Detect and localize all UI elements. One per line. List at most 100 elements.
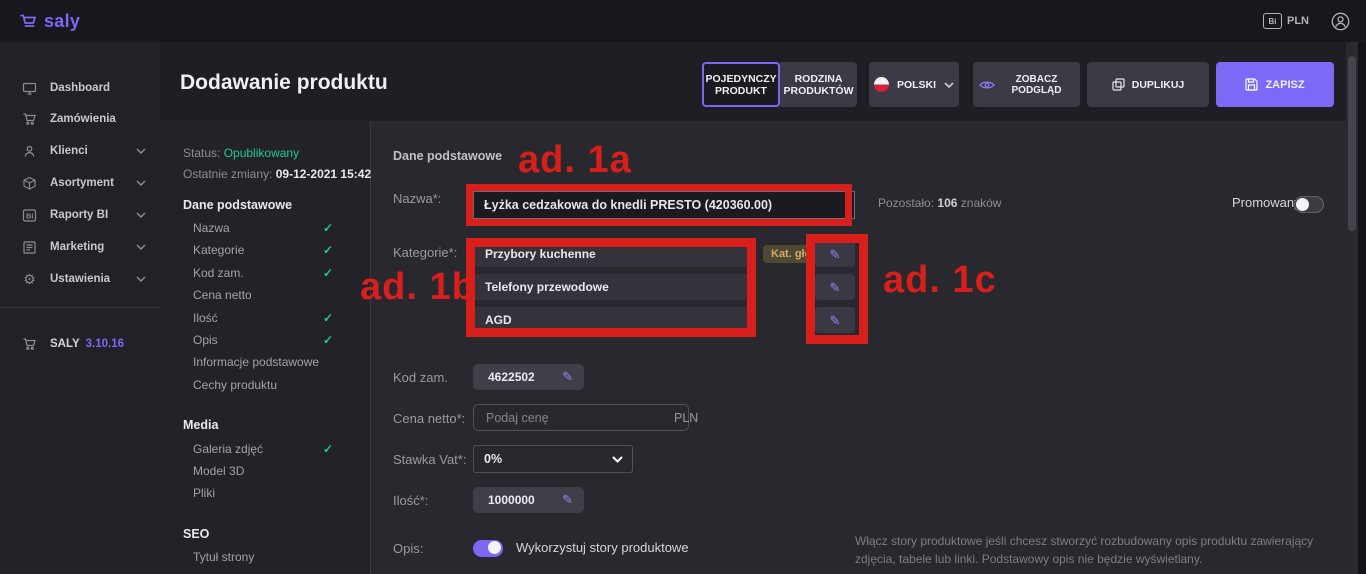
currency-label: PLN (1287, 15, 1309, 27)
section-title-media: Media (183, 418, 218, 432)
chevron-down-icon (944, 82, 954, 88)
sidebar-divider (0, 307, 160, 308)
quantity-value: 1000000 (488, 493, 535, 507)
pencil-icon: ✎ (562, 370, 573, 383)
app-name: SALY (50, 338, 80, 350)
annotation-text-1b: ad. 1b (360, 266, 476, 309)
app-logo-text: saly (44, 11, 80, 32)
last-change-value: 09-12-2021 15:42 (276, 167, 371, 181)
progress-item-cechy-produktu[interactable]: Cechy produktu (193, 378, 353, 392)
app-window: saly Bi PLN Dashboard (0, 0, 1366, 574)
annotation-box-1b (466, 238, 756, 337)
pencil-icon: ✎ (562, 493, 573, 506)
chevron-down-icon (612, 456, 623, 463)
section-title-seo: SEO (183, 527, 209, 541)
product-progress-panel: Status: Opublikowany Ostatnie zmiany: 09… (160, 121, 371, 574)
story-toggle-label: Wykorzystuj story produktowe (516, 540, 689, 555)
check-icon: ✓ (318, 333, 338, 347)
scrollbar-thumb[interactable] (1348, 56, 1356, 231)
description-help-text: Włącz story produktowe jeśli chcesz stwo… (855, 533, 1343, 568)
clients-person-icon (22, 144, 37, 159)
order-code-value: 4622502 (488, 370, 535, 384)
vat-rate-select[interactable]: 0% (473, 445, 633, 473)
progress-item-tytul-strony[interactable]: Tytuł strony (193, 550, 353, 564)
order-code-field[interactable]: 4622502 ✎ (473, 364, 584, 390)
saly-cart-icon (22, 337, 37, 352)
assortment-box-icon (22, 176, 37, 191)
dashboard-icon (22, 81, 37, 96)
chevron-down-icon (136, 148, 146, 154)
tab-product-family[interactable]: RODZINA PRODUKTÓW (780, 62, 857, 107)
copy-icon (1112, 78, 1125, 91)
progress-item-informacje-podstawowe[interactable]: Informacje podstawowe (193, 355, 353, 369)
top-bar: saly Bi PLN (0, 0, 1366, 42)
form-section-title: Dane podstawowe (393, 149, 502, 163)
categories-label: Kategorie*: (393, 245, 457, 260)
app-version-row: SALY 3.10.16 (0, 331, 160, 357)
cart-logo-icon (20, 13, 39, 29)
check-icon: ✓ (318, 243, 338, 257)
remaining-chars: Pozostało: 106 znaków (878, 196, 1001, 210)
chevron-down-icon (136, 276, 146, 282)
gear-icon: ⚙ (22, 271, 37, 288)
marketing-doc-icon (22, 240, 37, 255)
progress-item-cena-netto[interactable]: Cena netto (193, 288, 353, 302)
eye-icon (979, 80, 995, 90)
progress-item-pliki[interactable]: Pliki (193, 486, 353, 500)
check-icon: ✓ (318, 221, 338, 235)
annotation-box-1a (466, 184, 852, 226)
quantity-label: Ilość*: (393, 493, 428, 508)
net-price-input[interactable] (473, 404, 689, 431)
status-value: Opublikowany (224, 146, 299, 160)
annotation-text-1c: ad. 1c (883, 259, 997, 302)
vertical-scrollbar[interactable] (1346, 42, 1358, 574)
sidebar-item-dashboard[interactable]: Dashboard (0, 75, 160, 101)
preview-button[interactable]: ZOBACZ PODGLĄD (973, 62, 1080, 107)
currency-suffix: PLN (674, 411, 698, 425)
chevron-down-icon (136, 244, 146, 250)
sidebar-item-ustawienia[interactable]: ⚙ Ustawienia (0, 266, 160, 292)
name-label: Nazwa*: (393, 191, 441, 206)
last-change-row: Ostatnie zmiany: 09-12-2021 15:42 (183, 167, 371, 181)
sidebar-item-zamowienia[interactable]: Zamówienia (0, 106, 160, 132)
billing-icon: Bi (1263, 13, 1282, 29)
language-dropdown[interactable]: POLSKI (869, 62, 959, 107)
app-logo[interactable]: saly (20, 11, 80, 32)
language-label: POLSKI (897, 79, 936, 91)
promoted-label: Promowany (1232, 195, 1301, 210)
story-toggle[interactable] (473, 540, 503, 557)
currency-selector[interactable]: Bi PLN (1263, 13, 1309, 29)
duplicate-button[interactable]: DUPLIKUJ (1087, 62, 1209, 107)
check-icon: ✓ (318, 311, 338, 325)
order-code-label: Kod zam. (393, 370, 448, 385)
window-right-edge (1358, 42, 1366, 574)
annotation-text-1a: ad. 1a (518, 139, 632, 182)
sidebar-item-asortyment[interactable]: Asortyment (0, 170, 160, 196)
chevron-down-icon (136, 212, 146, 218)
check-icon: ✓ (318, 266, 338, 280)
quantity-field[interactable]: 1000000 ✎ (473, 487, 584, 513)
tab-single-product[interactable]: POJEDYNCZY PRODUKT (702, 62, 780, 107)
save-floppy-icon (1245, 78, 1258, 91)
vat-rate-value: 0% (484, 452, 502, 466)
status-row: Status: Opublikowany (183, 146, 299, 160)
bi-reports-icon: Bi (22, 208, 37, 223)
promoted-toggle[interactable] (1294, 196, 1324, 213)
user-avatar-button[interactable] (1331, 12, 1350, 31)
save-button[interactable]: ZAPISZ (1216, 62, 1334, 107)
description-label: Opis: (393, 541, 423, 556)
app-version: 3.10.16 (86, 338, 124, 350)
sidebar-item-marketing[interactable]: Marketing (0, 234, 160, 260)
page-title: Dodawanie produktu (180, 71, 388, 95)
page-header: Dodawanie produktu POJEDYNCZY PRODUKT RO… (160, 42, 1366, 121)
sidebar-item-raporty-bi[interactable]: Bi Raporty BI (0, 202, 160, 228)
orders-cart-icon (22, 112, 37, 127)
annotation-box-1c (806, 234, 868, 344)
vat-rate-label: Stawka Vat*: (393, 452, 466, 467)
check-icon: ✓ (318, 442, 338, 456)
poland-flag-icon (874, 77, 889, 92)
progress-item-model-3d[interactable]: Model 3D (193, 464, 353, 478)
net-price-label: Cena netto*: (393, 411, 465, 426)
chevron-down-icon (136, 180, 146, 186)
sidebar-item-klienci[interactable]: Klienci (0, 138, 160, 164)
